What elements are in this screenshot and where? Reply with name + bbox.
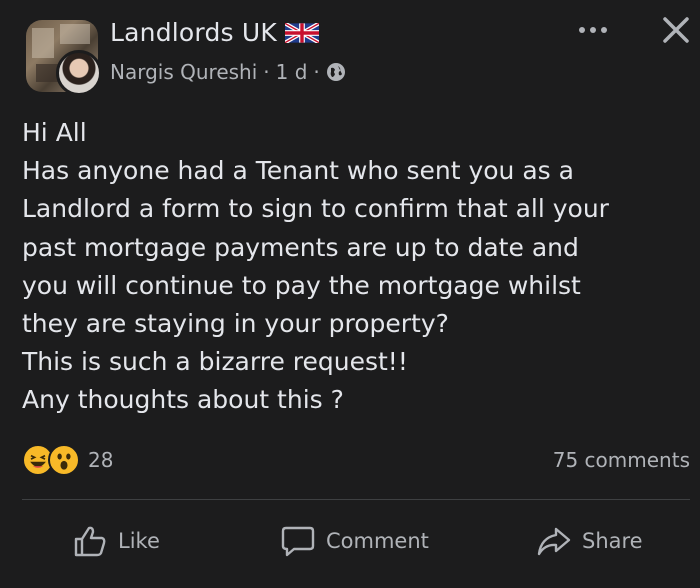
meta-separator: · xyxy=(263,60,270,84)
share-button[interactable]: Share xyxy=(536,515,643,567)
close-icon[interactable] xyxy=(660,14,692,46)
author-name[interactable]: Nargis Qureshi xyxy=(110,60,257,84)
share-arrow-icon xyxy=(537,527,571,556)
reactions-summary[interactable]: 28 xyxy=(22,444,113,476)
divider xyxy=(22,499,690,500)
post-body: Hi All Has anyone had a Tenant who sent … xyxy=(22,118,609,415)
thumbs-up-icon xyxy=(74,526,106,557)
more-options-icon[interactable] xyxy=(576,20,610,40)
like-button[interactable]: Like xyxy=(72,515,160,567)
group-name[interactable]: Landlords UK xyxy=(110,18,277,47)
globe-icon xyxy=(326,63,345,81)
author-avatar[interactable] xyxy=(56,50,102,96)
post-meta: Nargis Qureshi · 1 d · xyxy=(110,60,346,84)
comment-button[interactable]: Comment xyxy=(280,515,429,567)
surprised-face-icon xyxy=(48,444,80,476)
share-label: Share xyxy=(582,529,643,553)
like-label: Like xyxy=(118,529,160,553)
meta-separator: · xyxy=(313,60,320,84)
group-name-link[interactable]: Landlords UK xyxy=(110,18,319,47)
speech-bubble-icon xyxy=(281,526,315,557)
post-header: Landlords UK Nargis Qureshi · 1 d · xyxy=(0,0,700,110)
action-bar: Like Comment Share xyxy=(0,515,700,567)
uk-flag-icon xyxy=(284,22,319,43)
post-time[interactable]: 1 d xyxy=(276,60,308,84)
comment-label: Comment xyxy=(326,529,429,553)
reaction-count[interactable]: 28 xyxy=(88,448,113,472)
comments-count[interactable]: 75 comments xyxy=(553,448,690,472)
